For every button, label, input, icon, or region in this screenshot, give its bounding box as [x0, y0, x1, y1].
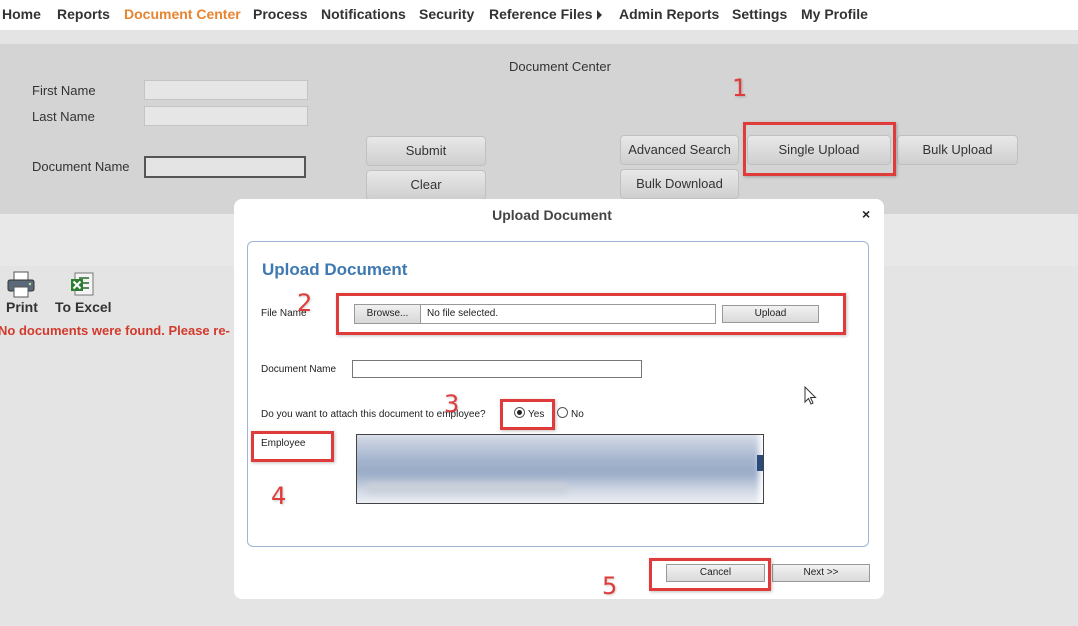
print-label: Print — [6, 299, 38, 315]
nav-item-process[interactable]: Process — [253, 6, 307, 22]
nav-item-security[interactable]: Security — [419, 6, 474, 22]
annotation-number-3: 3 — [444, 390, 460, 418]
first-name-field[interactable] — [144, 80, 308, 100]
annotation-number-5: 5 — [602, 572, 618, 600]
nav-item-settings[interactable]: Settings — [732, 6, 787, 22]
print-tool[interactable]: Print — [6, 271, 40, 315]
nav-item-my-profile[interactable]: My Profile — [801, 6, 868, 22]
advanced-search-button[interactable]: Advanced Search — [620, 135, 739, 165]
annotation-box-cancel — [649, 558, 771, 591]
next-button[interactable]: Next >> — [772, 564, 870, 582]
nav-item-home[interactable]: Home — [2, 6, 41, 22]
document-name-field[interactable] — [144, 156, 306, 178]
annotation-box-yes-radio — [500, 399, 555, 430]
form-heading: Upload Document — [262, 260, 408, 279]
printer-icon — [7, 271, 35, 298]
first-name-label: First Name — [32, 83, 96, 98]
last-name-field[interactable] — [144, 106, 308, 126]
modal-title: Upload Document — [492, 207, 612, 223]
export-excel-tool[interactable]: To Excel — [55, 271, 115, 315]
redacted-employee-entries — [357, 435, 759, 503]
attach-no-label: No — [571, 409, 584, 420]
annotation-box-employee — [251, 431, 334, 462]
attach-no-radio[interactable] — [557, 407, 568, 418]
employee-list[interactable] — [356, 434, 764, 504]
last-name-label: Last Name — [32, 109, 95, 124]
nav-item-admin-reports[interactable]: Admin Reports — [619, 6, 719, 22]
excel-icon — [71, 272, 94, 296]
employee-list-scrollbar[interactable] — [757, 455, 763, 471]
caret-right-icon — [596, 10, 602, 21]
modal-document-name-label: Document Name — [261, 364, 337, 375]
annotation-number-2: 2 — [297, 289, 313, 317]
bulk-download-button[interactable]: Bulk Download — [620, 169, 739, 199]
mouse-cursor-icon — [804, 386, 817, 405]
upload-document-modal: Upload Document × Upload Document File N… — [234, 199, 884, 599]
annotation-number-1: 1 — [732, 74, 748, 102]
clear-button[interactable]: Clear — [366, 170, 486, 200]
close-icon[interactable]: × — [862, 206, 870, 222]
modal-document-name-field[interactable] — [352, 360, 642, 378]
submit-button[interactable]: Submit — [366, 136, 486, 166]
top-navigation: Home Reports Document Center Process Not… — [0, 0, 1078, 30]
nav-item-notifications[interactable]: Notifications — [321, 6, 406, 22]
excel-label: To Excel — [55, 299, 112, 315]
nav-item-reference-files[interactable]: Reference Files — [489, 6, 602, 22]
no-documents-message: No documents were found. Please re- — [0, 323, 230, 338]
nav-item-reference-files-label: Reference Files — [489, 6, 593, 22]
annotation-number-4: 4 — [271, 482, 287, 510]
document-name-label: Document Name — [32, 159, 130, 174]
annotation-box-file-input — [336, 293, 846, 335]
nav-item-reports[interactable]: Reports — [57, 6, 110, 22]
search-panel: Document Center First Name Last Name Doc… — [0, 44, 1078, 214]
upload-form: Upload Document File Name Browse... No f… — [247, 241, 869, 547]
redacted-employee-entry — [367, 483, 567, 493]
annotation-box-single-upload — [743, 122, 896, 176]
panel-title: Document Center — [509, 59, 611, 74]
nav-item-document-center[interactable]: Document Center — [124, 6, 241, 22]
bulk-upload-button[interactable]: Bulk Upload — [897, 135, 1018, 165]
